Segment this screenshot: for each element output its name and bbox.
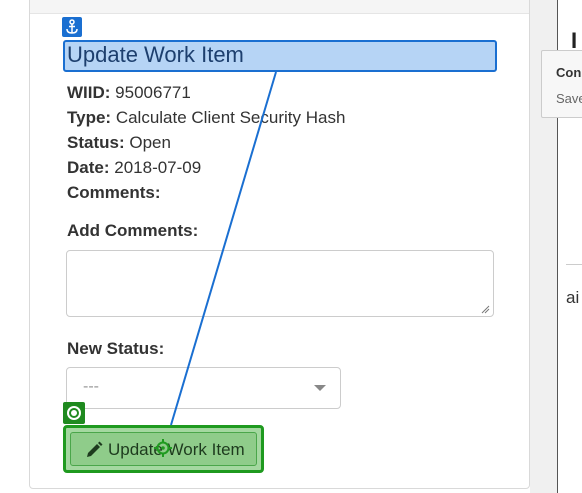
- status-row: Status: Open: [67, 132, 171, 154]
- date-label: Date:: [67, 158, 110, 177]
- date-value: 2018-07-09: [114, 158, 202, 177]
- wiid-value: 95006771: [115, 83, 191, 102]
- tooltip-title: Con: [556, 65, 582, 80]
- update-work-item-panel: [29, 0, 530, 489]
- comments-label: Comments:: [67, 183, 161, 202]
- new-status-label: New Status:: [67, 339, 165, 358]
- new-status-select[interactable]: ---: [66, 367, 341, 409]
- add-comments-textarea[interactable]: [66, 250, 494, 317]
- background-tooltip: Con Save: [541, 50, 582, 118]
- wiid-label: WIID:: [67, 83, 111, 102]
- page-title: Update Work Item: [67, 42, 244, 67]
- comments-row: Comments:: [67, 182, 161, 204]
- type-row: Type: Calculate Client Security Hash: [67, 107, 345, 129]
- status-value: Open: [129, 133, 171, 152]
- crosshair-icon: [154, 439, 172, 457]
- chevron-down-icon: [314, 385, 326, 391]
- background-divider: [566, 264, 582, 265]
- type-value: Calculate Client Security Hash: [115, 108, 346, 127]
- target-icon: [63, 402, 85, 424]
- new-status-selected-value: ---: [83, 378, 99, 395]
- page: I ai Con Save Update Work Item WIID: 950…: [0, 0, 582, 493]
- panel-header-strip: [30, 0, 529, 14]
- wiid-row: WIID: 95006771: [67, 82, 191, 104]
- status-label: Status:: [67, 133, 125, 152]
- type-label: Type:: [67, 108, 112, 127]
- anchor-icon: [62, 17, 82, 37]
- tooltip-body: Save: [556, 91, 582, 106]
- update-work-item-label: Update Work Item: [108, 440, 245, 459]
- pencil-icon: [87, 441, 103, 457]
- resize-grip-icon[interactable]: [480, 304, 490, 314]
- add-comments-label: Add Comments:: [67, 221, 199, 240]
- target-dot: [71, 410, 77, 416]
- background-text: ai: [566, 288, 580, 307]
- date-row: Date: 2018-07-09: [67, 157, 201, 179]
